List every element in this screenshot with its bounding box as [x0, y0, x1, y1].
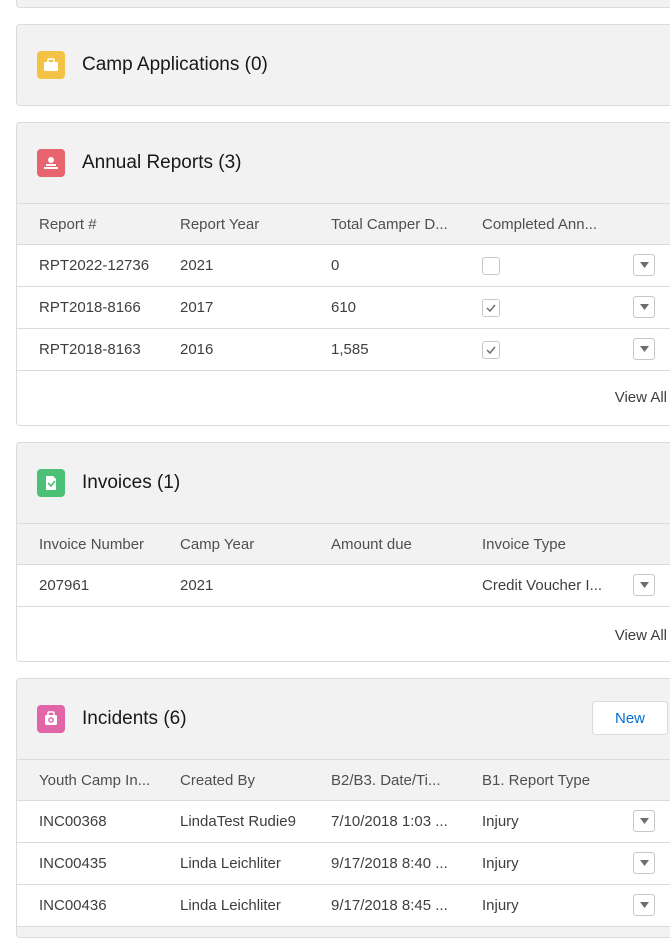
- table-row: INC00435 Linda Leichliter 9/17/2018 8:40…: [17, 843, 670, 885]
- created-by: Linda Leichliter: [180, 855, 281, 872]
- row-actions-button[interactable]: [633, 254, 655, 276]
- incident-datetime: 9/17/2018 8:40 ...: [331, 855, 448, 872]
- row-actions-button[interactable]: [633, 894, 655, 916]
- incident-datetime: 7/10/2018 1:03 ...: [331, 813, 448, 830]
- row-actions-button[interactable]: [633, 574, 655, 596]
- completed-checkbox: [482, 256, 500, 275]
- table-row: RPT2018-8163 2016 1,585: [17, 329, 670, 371]
- view-all-link[interactable]: View All: [615, 627, 667, 644]
- camp-applications-header: Camp Applications (0): [17, 25, 670, 105]
- incidents-title[interactable]: Incidents (6): [82, 708, 187, 730]
- invoice-type: Credit Voucher I...: [482, 577, 603, 594]
- annual-reports-table: Report # Report Year Total Camper D... C…: [17, 203, 670, 371]
- invoices-table: Invoice Number Camp Year Amount due Invo…: [17, 523, 670, 607]
- report-link[interactable]: RPT2018-8163: [39, 341, 141, 358]
- total-camper-days: 610: [331, 299, 357, 316]
- checkmark-icon: [486, 346, 496, 354]
- column-header[interactable]: Amount due: [331, 536, 476, 553]
- invoice-icon: [37, 469, 65, 497]
- column-header[interactable]: Invoice Number: [39, 536, 179, 553]
- row-actions-button[interactable]: [633, 852, 655, 874]
- invoices-footer: View All: [17, 607, 670, 661]
- row-actions-button[interactable]: [633, 338, 655, 360]
- column-header[interactable]: B2/B3. Date/Ti...: [331, 772, 476, 789]
- incident-link[interactable]: INC00435: [39, 855, 107, 872]
- incident-link[interactable]: INC00436: [39, 897, 107, 914]
- camp-year: 2021: [180, 577, 214, 594]
- chevron-down-icon: [639, 262, 649, 268]
- column-header[interactable]: Report #: [39, 216, 179, 233]
- table-row: INC00436 Linda Leichliter 9/17/2018 8:45…: [17, 885, 670, 927]
- invoices-header: Invoices (1): [17, 443, 670, 523]
- report-type: Injury: [482, 813, 519, 830]
- incidents-card: Incidents (6) New Youth Camp In... Creat…: [16, 678, 670, 938]
- chevron-down-icon: [639, 304, 649, 310]
- chevron-down-icon: [639, 346, 649, 352]
- invoice-link[interactable]: 207961: [39, 577, 90, 594]
- chevron-down-icon: [639, 902, 649, 908]
- annual-reports-header: Annual Reports (3): [17, 123, 670, 203]
- chevron-down-icon: [639, 582, 649, 588]
- incidents-header: Incidents (6) New: [17, 679, 670, 759]
- report-link[interactable]: RPT2018-8166: [39, 299, 141, 316]
- column-header[interactable]: B1. Report Type: [482, 772, 612, 789]
- new-incident-button[interactable]: New: [592, 701, 668, 735]
- table-header-row: Invoice Number Camp Year Amount due Invo…: [17, 524, 670, 565]
- completed-checkbox: [482, 298, 500, 317]
- created-by: Linda Leichliter: [180, 897, 281, 914]
- camp-applications-title[interactable]: Camp Applications (0): [82, 54, 268, 76]
- incident-icon: [37, 705, 65, 733]
- created-by: LindaTest Rudie9: [180, 813, 296, 830]
- table-row: RPT2022-12736 2021 0: [17, 245, 670, 287]
- report-type: Injury: [482, 855, 519, 872]
- column-header[interactable]: Invoice Type: [482, 536, 612, 553]
- completed-cell: [482, 298, 612, 317]
- annual-reports-title[interactable]: Annual Reports (3): [82, 152, 241, 174]
- incidents-table: Youth Camp In... Created By B2/B3. Date/…: [17, 759, 670, 927]
- row-actions-button[interactable]: [633, 810, 655, 832]
- column-header[interactable]: Created By: [180, 772, 325, 789]
- report-link[interactable]: RPT2022-12736: [39, 257, 150, 274]
- column-header[interactable]: Camp Year: [180, 536, 325, 553]
- table-row: INC00368 LindaTest Rudie9 7/10/2018 1:03…: [17, 801, 670, 843]
- column-header[interactable]: Total Camper D...: [331, 216, 476, 233]
- column-header[interactable]: Youth Camp In...: [39, 772, 179, 789]
- annual-reports-footer: View All: [17, 371, 670, 425]
- report-icon: [37, 149, 65, 177]
- incident-datetime: 9/17/2018 8:45 ...: [331, 897, 448, 914]
- report-year: 2017: [180, 299, 214, 316]
- column-header[interactable]: Completed Ann...: [482, 216, 612, 233]
- chevron-down-icon: [639, 860, 649, 866]
- report-type: Injury: [482, 897, 519, 914]
- previous-card-edge: [16, 0, 670, 8]
- completed-checkbox: [482, 340, 500, 359]
- completed-cell: [482, 256, 612, 275]
- total-camper-days: 1,585: [331, 341, 369, 358]
- table-row: 207961 2021 Credit Voucher I...: [17, 565, 670, 607]
- view-all-link[interactable]: View All: [615, 389, 667, 406]
- table-header-row: Report # Report Year Total Camper D... C…: [17, 204, 670, 245]
- checkmark-icon: [486, 304, 496, 312]
- invoices-title[interactable]: Invoices (1): [82, 472, 180, 494]
- briefcase-icon: [37, 51, 65, 79]
- invoices-card: Invoices (1) Invoice Number Camp Year Am…: [16, 442, 670, 662]
- row-actions-button[interactable]: [633, 296, 655, 318]
- completed-cell: [482, 340, 612, 359]
- table-row: RPT2018-8166 2017 610: [17, 287, 670, 329]
- total-camper-days: 0: [331, 257, 340, 274]
- table-header-row: Youth Camp In... Created By B2/B3. Date/…: [17, 760, 670, 801]
- chevron-down-icon: [639, 818, 649, 824]
- column-header[interactable]: Report Year: [180, 216, 325, 233]
- report-year: 2016: [180, 341, 214, 358]
- incident-link[interactable]: INC00368: [39, 813, 107, 830]
- camp-applications-card: Camp Applications (0): [16, 24, 670, 106]
- annual-reports-card: Annual Reports (3) Report # Report Year …: [16, 122, 670, 426]
- report-year: 2021: [180, 257, 214, 274]
